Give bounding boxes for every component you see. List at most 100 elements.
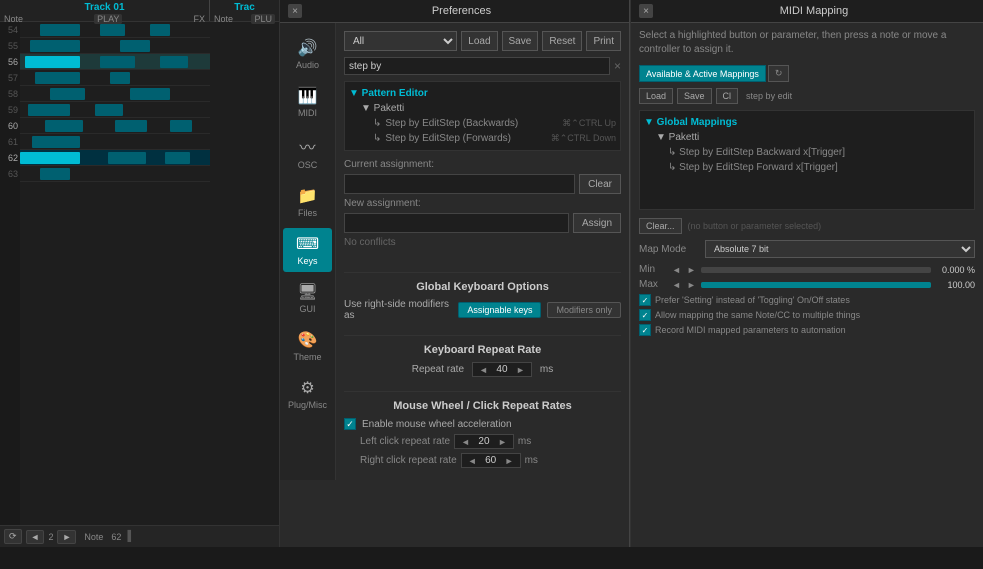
midi-max-inc[interactable]: ► xyxy=(686,280,697,290)
midi-global-mappings[interactable]: ▼ Global Mappings xyxy=(644,115,970,130)
gui-icon: 🖥 xyxy=(297,282,317,302)
midi-tab-refresh[interactable]: ↻ xyxy=(768,65,790,82)
print-btn[interactable]: Print xyxy=(586,31,621,51)
current-assignment-row: Clear xyxy=(344,174,621,194)
assignable-keys-btn[interactable]: Assignable keys xyxy=(458,302,541,318)
new-assignment-label: New assignment: xyxy=(344,198,621,209)
right-click-inc[interactable]: ► xyxy=(503,456,516,466)
midi-max-track[interactable] xyxy=(701,282,931,288)
midi-min-track[interactable] xyxy=(701,267,931,273)
piano-roll xyxy=(20,22,210,502)
row-num-54: 54 xyxy=(0,22,20,38)
repeat-rate-inc[interactable]: ► xyxy=(514,365,527,375)
right-click-stepper: ◄ 60 ► xyxy=(461,453,521,468)
sidebar-item-gui[interactable]: 🖥 GUI xyxy=(283,276,332,320)
tree-item-forwards: ↳ Step by EditStep (Forwards) ⌘⌃CTRL Dow… xyxy=(349,131,616,146)
midi-checkbox-3[interactable]: ✓ xyxy=(639,324,651,336)
row-num-60: 60 xyxy=(0,118,20,134)
midi-min-value: 0.000 % xyxy=(935,265,975,275)
current-assignment-input[interactable] xyxy=(344,174,575,194)
files-icon: 📁 xyxy=(298,186,318,206)
reset-btn[interactable]: Reset xyxy=(542,31,582,51)
midi-tree-item-1[interactable]: ↳ Step by EditStep Backward x[Trigger] xyxy=(644,145,970,160)
sidebar-item-theme[interactable]: 🎨 Theme xyxy=(283,324,332,368)
sidebar-item-keys[interactable]: ⌨ Keys xyxy=(283,228,332,272)
mouse-accel-check: ✓ xyxy=(346,419,354,430)
midi-info-text: Select a highlighted button or parameter… xyxy=(639,29,975,57)
tree-item-forwards-text[interactable]: Step by EditStep (Forwards) xyxy=(385,133,511,144)
repeat-rate-dec[interactable]: ◄ xyxy=(477,365,490,375)
repeat-rate-stepper: ◄ 40 ► xyxy=(472,362,532,377)
new-assignment-input[interactable] xyxy=(344,213,569,233)
left-click-row: Left click repeat rate ◄ 20 ► ms xyxy=(344,434,621,449)
filter-select[interactable]: All xyxy=(344,31,457,51)
sidebar-item-files[interactable]: 📁 Files xyxy=(283,180,332,224)
modifiers-only-btn[interactable]: Modifiers only xyxy=(547,302,621,318)
tree-arrow-2: ↳ xyxy=(373,133,381,144)
pattern-editor-header[interactable]: ▼ Pattern Editor xyxy=(349,86,616,101)
note-60-3 xyxy=(170,120,192,132)
keys-icon: ⌨ xyxy=(296,234,319,254)
midi-close-btn[interactable]: × xyxy=(639,4,653,18)
note-55-2 xyxy=(120,40,150,52)
midi-min-inc[interactable]: ► xyxy=(686,265,697,275)
row-num-62: 62 xyxy=(0,150,20,166)
row-numbers: 54 55 56 57 58 59 60 61 62 63 xyxy=(0,22,20,569)
paketti-sub[interactable]: ▼ Paketti xyxy=(349,101,616,116)
loop-btn[interactable]: ⟳ xyxy=(4,529,22,544)
midi-tree-item-2[interactable]: ↳ Step by EditStep Forward x[Trigger] xyxy=(644,160,970,175)
midi-clear-short-btn[interactable]: Cl xyxy=(716,88,739,104)
piano-row-63 xyxy=(20,166,210,182)
shortcut-backwards: ⌘⌃CTRL Up xyxy=(562,118,616,129)
right-click-dec[interactable]: ◄ xyxy=(466,456,479,466)
note-btn[interactable]: Note xyxy=(84,532,103,542)
repeat-rate-value: 40 xyxy=(492,364,512,375)
tree-item-backwards-text[interactable]: Step by EditStep (Backwards) xyxy=(385,118,518,129)
repeat-rate-row: Repeat rate ◄ 40 ► ms xyxy=(344,362,621,377)
current-assignment-section: Current assignment: Clear New assignment… xyxy=(344,159,621,256)
sidebar-item-plugmisc[interactable]: ⚙ Plug/Misc xyxy=(283,372,332,416)
midi-max-value: 100.00 xyxy=(935,280,975,290)
note-58-1 xyxy=(50,88,85,100)
assign-btn[interactable]: Assign xyxy=(573,213,621,233)
midi-clear-btn[interactable]: Clear... xyxy=(639,218,682,234)
note-59-2 xyxy=(95,104,123,116)
search-input[interactable] xyxy=(344,57,610,75)
forward-btn[interactable]: ► xyxy=(57,530,76,544)
tree-arrow-1: ↳ xyxy=(373,118,381,129)
left-click-stepper: ◄ 20 ► xyxy=(454,434,514,449)
midi-min-dec[interactable]: ◄ xyxy=(671,265,682,275)
modifiers-desc: Use right-side modifiers as xyxy=(344,299,452,321)
midi-checkbox-1[interactable]: ✓ xyxy=(639,294,651,306)
audio-label: Audio xyxy=(296,60,319,70)
note-59-1 xyxy=(28,104,70,116)
mouse-accel-checkbox[interactable]: ✓ xyxy=(344,418,356,430)
midi-max-dec[interactable]: ◄ xyxy=(671,280,682,290)
theme-icon: 🎨 xyxy=(298,330,318,350)
note-54-3 xyxy=(150,24,170,36)
midi-save-btn[interactable]: Save xyxy=(677,88,712,104)
repeat-rate-label: Repeat rate xyxy=(412,364,464,375)
sidebar-item-midi[interactable]: 🎹 MIDI xyxy=(283,80,332,124)
left-click-inc[interactable]: ► xyxy=(496,437,509,447)
search-clear-btn[interactable]: × xyxy=(614,59,621,73)
track-2-play[interactable]: PLU xyxy=(251,14,275,24)
left-click-value: 20 xyxy=(474,436,494,447)
note-54-1 xyxy=(40,24,80,36)
back-btn[interactable]: ◄ xyxy=(26,530,45,544)
midi-paketti-sub[interactable]: ▼ Paketti xyxy=(644,130,970,145)
midi-check-2: ✓ xyxy=(642,311,649,320)
save-btn[interactable]: Save xyxy=(502,31,539,51)
preferences-close-btn[interactable]: × xyxy=(288,4,302,18)
midi-load-btn[interactable]: Load xyxy=(639,88,673,104)
left-click-dec[interactable]: ◄ xyxy=(459,437,472,447)
midi-map-mode-select[interactable]: Absolute 7 bit xyxy=(705,240,975,258)
right-click-value: 60 xyxy=(481,455,501,466)
clear-assignment-btn[interactable]: Clear xyxy=(579,174,621,194)
sidebar-item-osc[interactable]: 〰 OSC xyxy=(283,128,332,176)
load-btn[interactable]: Load xyxy=(461,31,497,51)
midi-checkbox-2[interactable]: ✓ xyxy=(639,309,651,321)
sidebar-item-audio[interactable]: 🔊 Audio xyxy=(283,32,332,76)
theme-label: Theme xyxy=(293,352,321,362)
midi-tab-available[interactable]: Available & Active Mappings xyxy=(639,65,766,82)
